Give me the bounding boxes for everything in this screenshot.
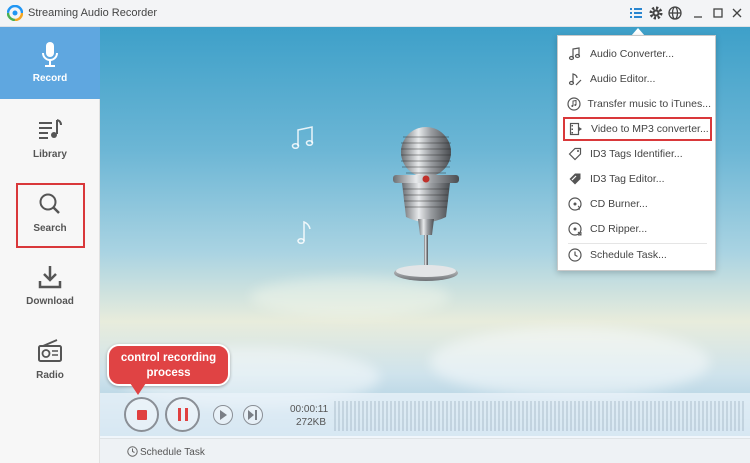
music-note-icon <box>290 124 316 155</box>
pause-icon <box>178 408 181 421</box>
tag-edit-icon <box>564 171 586 187</box>
menu-item-label: Schedule Task... <box>590 249 667 261</box>
menu-item-label: ID3 Tag Editor... <box>590 173 665 185</box>
video-convert-icon <box>565 121 587 137</box>
menu-item-label: ID3 Tags Identifier... <box>590 148 683 160</box>
menu-item-cd-burner[interactable]: CD Burner... <box>564 193 711 215</box>
callout-pointer <box>130 383 146 395</box>
menu-item-label: CD Ripper... <box>590 223 648 235</box>
next-button[interactable] <box>243 405 263 425</box>
gear-icon[interactable] <box>648 5 664 21</box>
menu-item-video-to-mp3[interactable]: Video to MP3 converter... <box>563 117 712 141</box>
cd-rip-icon <box>564 221 586 237</box>
cd-burn-icon <box>564 196 586 212</box>
elapsed-time: 00:00:11 <box>290 404 329 415</box>
menu-item-cd-ripper[interactable]: CD Ripper... <box>564 218 711 240</box>
itunes-icon <box>564 96 583 112</box>
menu-item-id3-editor[interactable]: ID3 Tag Editor... <box>564 168 711 190</box>
stop-icon <box>137 410 147 420</box>
globe-icon[interactable] <box>667 5 683 21</box>
maximize-icon[interactable] <box>710 5 726 21</box>
status-bar: Schedule Task <box>100 438 750 463</box>
library-icon <box>0 117 100 145</box>
menu-item-label: Transfer music to iTunes... <box>587 98 711 110</box>
callout-annotation: control recording process <box>107 344 230 386</box>
menu-item-label: Video to MP3 converter... <box>591 123 709 135</box>
download-icon <box>0 264 100 292</box>
callout-line-2: process <box>146 367 191 379</box>
pause-button[interactable] <box>165 397 200 432</box>
radio-icon <box>0 338 100 366</box>
music-note-icon <box>564 46 586 62</box>
menu-item-schedule-task[interactable]: Schedule Task... <box>564 244 711 266</box>
menu-item-id3-identifier[interactable]: ID3 Tags Identifier... <box>564 143 711 165</box>
sidebar-item-download[interactable]: Download <box>0 250 100 322</box>
menu-list-icon[interactable] <box>628 5 644 21</box>
clock-icon <box>127 446 138 457</box>
tag-icon <box>564 146 586 162</box>
title-bar: Streaming Audio Recorder <box>0 0 750 27</box>
close-icon[interactable] <box>729 5 745 21</box>
menu-item-audio-editor[interactable]: Audio Editor... <box>564 68 711 90</box>
menu-item-transfer-itunes[interactable]: Transfer music to iTunes... <box>564 93 711 115</box>
schedule-task-link[interactable]: Schedule Task <box>140 447 205 458</box>
menu-item-label: Audio Converter... <box>590 48 675 60</box>
stop-button[interactable] <box>124 397 159 432</box>
microphone-icon <box>0 41 100 69</box>
sidebar-item-label: Download <box>26 296 74 307</box>
skip-next-icon <box>248 410 254 420</box>
music-note-icon <box>295 219 313 250</box>
app-logo-icon <box>6 4 24 22</box>
menu-item-label: Audio Editor... <box>590 73 656 85</box>
studio-microphone-icon <box>390 127 470 285</box>
waveform-display <box>334 401 744 431</box>
sidebar-item-radio[interactable]: Radio <box>0 324 100 396</box>
sidebar-item-record[interactable]: Record <box>0 27 100 99</box>
sidebar-item-library[interactable]: Library <box>0 103 100 175</box>
sidebar-item-label: Radio <box>36 370 64 381</box>
minimize-icon[interactable] <box>690 5 706 21</box>
callout-line-1: control recording <box>120 352 217 364</box>
play-icon <box>220 410 227 420</box>
sidebar-item-label: Library <box>33 149 67 160</box>
play-button[interactable] <box>213 405 233 425</box>
tools-menu: Audio Converter... Audio Editor... Trans… <box>557 35 716 271</box>
audio-editor-icon <box>564 71 586 87</box>
recording-controls: 00:00:11 272KB <box>100 393 750 438</box>
search-highlight-box <box>16 183 85 248</box>
app-title: Streaming Audio Recorder <box>28 7 158 19</box>
clock-icon <box>564 247 586 263</box>
sidebar-item-label: Record <box>32 73 68 84</box>
menu-item-audio-converter[interactable]: Audio Converter... <box>564 43 711 65</box>
menu-item-label: CD Burner... <box>590 198 648 210</box>
file-size: 272KB <box>295 417 326 428</box>
